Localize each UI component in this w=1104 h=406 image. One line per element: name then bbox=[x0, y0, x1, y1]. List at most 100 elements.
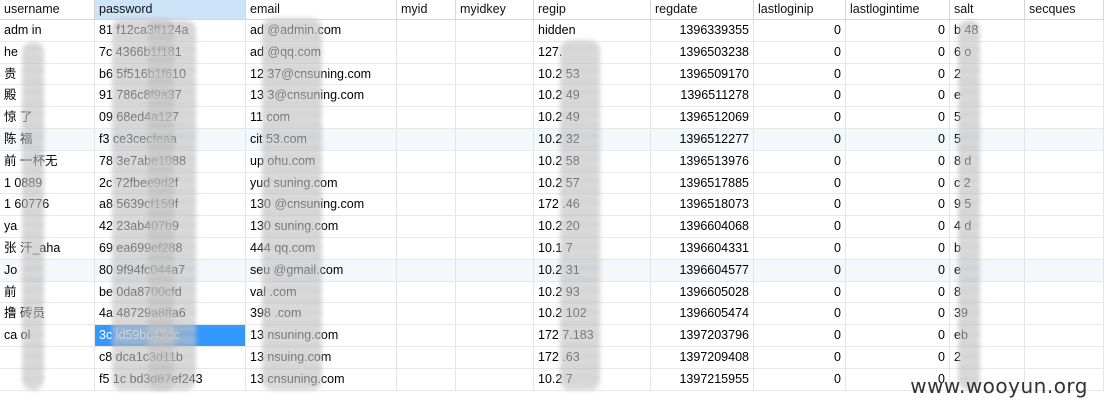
cell-lastloginip[interactable]: 0 bbox=[754, 194, 846, 216]
cell-myidkey[interactable] bbox=[456, 303, 534, 325]
cell-lastlogintime[interactable]: 0 bbox=[846, 237, 950, 259]
cell-secques[interactable] bbox=[1025, 281, 1104, 303]
cell-myidkey[interactable] bbox=[456, 172, 534, 194]
cell-myidkey[interactable] bbox=[456, 63, 534, 85]
cell-myid[interactable] bbox=[397, 107, 456, 128]
cell-username[interactable]: adm in bbox=[0, 20, 95, 41]
cell-myidkey[interactable] bbox=[456, 41, 534, 63]
cell-regdate[interactable]: 1396509170 bbox=[651, 63, 754, 85]
cell-username[interactable]: 前 bbox=[0, 281, 95, 303]
cell-username[interactable]: 1 60776 bbox=[0, 194, 95, 216]
cell-myid[interactable] bbox=[397, 128, 456, 150]
cell-lastloginip[interactable]: 0 bbox=[754, 281, 846, 303]
cell-regdate[interactable]: 1397203796 bbox=[651, 325, 754, 346]
cell-lastlogintime[interactable]: 0 bbox=[846, 20, 950, 41]
cell-regdate[interactable]: 1396339355 bbox=[651, 20, 754, 41]
cell-myidkey[interactable] bbox=[456, 20, 534, 41]
cell-secques[interactable] bbox=[1025, 63, 1104, 85]
cell-secques[interactable] bbox=[1025, 107, 1104, 128]
cell-username[interactable]: 贵 bbox=[0, 63, 95, 85]
cell-myidkey[interactable] bbox=[456, 107, 534, 128]
cell-username[interactable]: Jo bbox=[0, 259, 95, 281]
cell-lastlogintime[interactable]: 0 bbox=[846, 85, 950, 107]
cell-secques[interactable] bbox=[1025, 150, 1104, 172]
column-header-lastlogintime[interactable]: lastlogintime bbox=[846, 0, 950, 19]
cell-lastloginip[interactable]: 0 bbox=[754, 325, 846, 346]
cell-lastloginip[interactable]: 0 bbox=[754, 128, 846, 150]
cell-lastlogintime[interactable]: 0 bbox=[846, 172, 950, 194]
cell-myid[interactable] bbox=[397, 150, 456, 172]
cell-secques[interactable] bbox=[1025, 85, 1104, 107]
cell-username[interactable]: 惊 了 bbox=[0, 107, 95, 128]
cell-lastloginip[interactable]: 0 bbox=[754, 107, 846, 128]
cell-regdate[interactable]: 1396517885 bbox=[651, 172, 754, 194]
cell-lastloginip[interactable]: 0 bbox=[754, 216, 846, 237]
cell-lastloginip[interactable]: 0 bbox=[754, 237, 846, 259]
cell-username[interactable] bbox=[0, 368, 95, 390]
column-header-salt[interactable]: salt bbox=[950, 0, 1025, 19]
cell-lastlogintime[interactable]: 0 bbox=[846, 41, 950, 63]
cell-myid[interactable] bbox=[397, 216, 456, 237]
cell-myidkey[interactable] bbox=[456, 85, 534, 107]
cell-myid[interactable] bbox=[397, 346, 456, 368]
column-header-username[interactable]: username bbox=[0, 0, 95, 19]
cell-secques[interactable] bbox=[1025, 216, 1104, 237]
column-header-password[interactable]: password bbox=[95, 0, 246, 19]
cell-myid[interactable] bbox=[397, 20, 456, 41]
column-header-myidkey[interactable]: myidkey bbox=[456, 0, 534, 19]
cell-regdate[interactable]: 1396513976 bbox=[651, 150, 754, 172]
cell-lastloginip[interactable]: 0 bbox=[754, 172, 846, 194]
cell-secques[interactable] bbox=[1025, 194, 1104, 216]
cell-secques[interactable] bbox=[1025, 325, 1104, 346]
column-header-email[interactable]: email bbox=[246, 0, 397, 19]
cell-myid[interactable] bbox=[397, 325, 456, 346]
cell-lastlogintime[interactable]: 0 bbox=[846, 259, 950, 281]
column-header-lastloginip[interactable]: lastloginip bbox=[754, 0, 846, 19]
cell-myid[interactable] bbox=[397, 41, 456, 63]
cell-myidkey[interactable] bbox=[456, 259, 534, 281]
cell-lastloginip[interactable]: 0 bbox=[754, 346, 846, 368]
cell-secques[interactable] bbox=[1025, 41, 1104, 63]
cell-regdate[interactable]: 1396604577 bbox=[651, 259, 754, 281]
cell-lastlogintime[interactable]: 0 bbox=[846, 216, 950, 237]
cell-regdate[interactable]: 1396503238 bbox=[651, 41, 754, 63]
cell-regdate[interactable]: 1396604068 bbox=[651, 216, 754, 237]
cell-lastloginip[interactable]: 0 bbox=[754, 259, 846, 281]
cell-myidkey[interactable] bbox=[456, 128, 534, 150]
cell-secques[interactable] bbox=[1025, 20, 1104, 41]
cell-lastlogintime[interactable]: 0 bbox=[846, 128, 950, 150]
cell-myid[interactable] bbox=[397, 172, 456, 194]
cell-myidkey[interactable] bbox=[456, 281, 534, 303]
cell-username[interactable]: 撸 砖员 bbox=[0, 303, 95, 325]
cell-username[interactable]: ya bbox=[0, 216, 95, 237]
cell-myid[interactable] bbox=[397, 85, 456, 107]
cell-secques[interactable] bbox=[1025, 303, 1104, 325]
cell-regdate[interactable]: 1396512069 bbox=[651, 107, 754, 128]
cell-username[interactable]: 前 一杯无 bbox=[0, 150, 95, 172]
cell-myid[interactable] bbox=[397, 259, 456, 281]
cell-username[interactable]: 张 汗_aha bbox=[0, 237, 95, 259]
cell-secques[interactable] bbox=[1025, 172, 1104, 194]
cell-lastloginip[interactable]: 0 bbox=[754, 41, 846, 63]
cell-username[interactable]: 1 0889 bbox=[0, 172, 95, 194]
column-header-regip[interactable]: regip bbox=[534, 0, 651, 19]
cell-lastloginip[interactable]: 0 bbox=[754, 20, 846, 41]
cell-regip[interactable]: hidden bbox=[534, 20, 651, 41]
cell-lastloginip[interactable]: 0 bbox=[754, 368, 846, 390]
cell-regdate[interactable]: 1397215955 bbox=[651, 368, 754, 390]
cell-lastlogintime[interactable]: 0 bbox=[846, 281, 950, 303]
cell-username[interactable]: 陈 福 bbox=[0, 128, 95, 150]
cell-lastloginip[interactable]: 0 bbox=[754, 303, 846, 325]
cell-username[interactable]: he bbox=[0, 41, 95, 63]
cell-lastlogintime[interactable]: 0 bbox=[846, 194, 950, 216]
cell-myid[interactable] bbox=[397, 237, 456, 259]
cell-regdate[interactable]: 1397209408 bbox=[651, 346, 754, 368]
cell-myidkey[interactable] bbox=[456, 216, 534, 237]
cell-lastloginip[interactable]: 0 bbox=[754, 150, 846, 172]
cell-regdate[interactable]: 1396512277 bbox=[651, 128, 754, 150]
cell-myidkey[interactable] bbox=[456, 325, 534, 346]
cell-username[interactable]: ca ol bbox=[0, 325, 95, 346]
cell-secques[interactable] bbox=[1025, 237, 1104, 259]
cell-myidkey[interactable] bbox=[456, 368, 534, 390]
cell-lastloginip[interactable]: 0 bbox=[754, 85, 846, 107]
